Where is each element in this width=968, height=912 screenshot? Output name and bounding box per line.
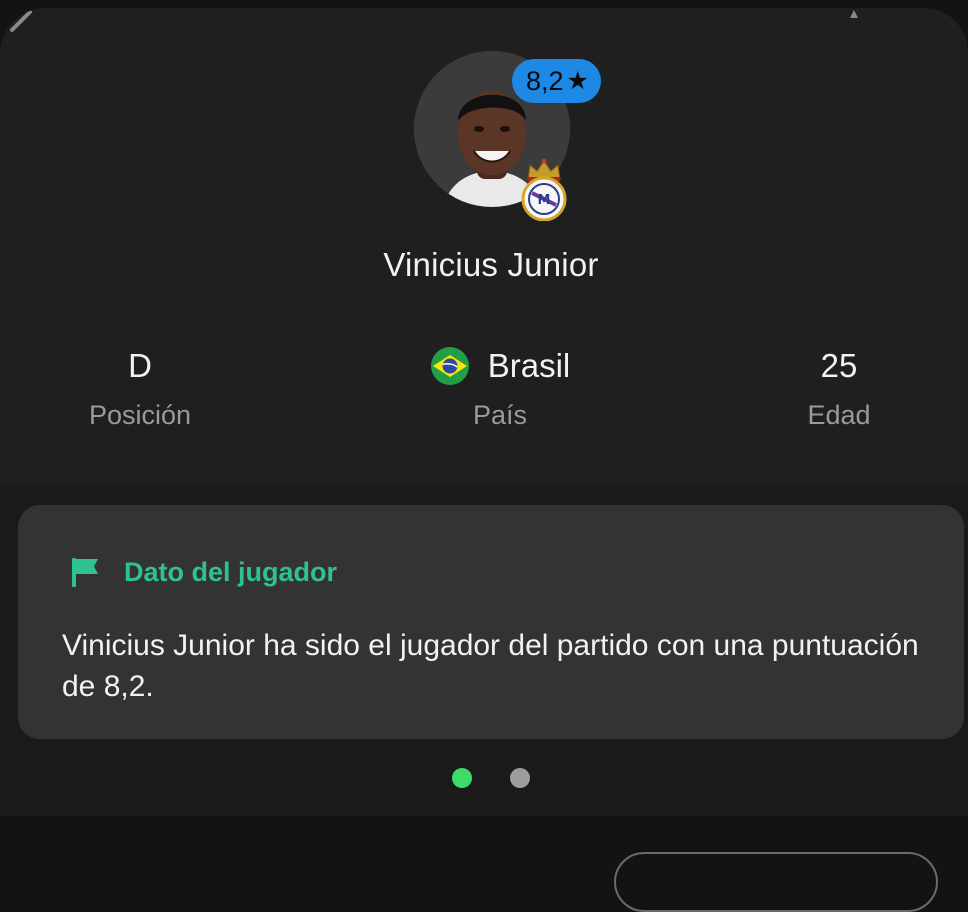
country-label: País [472,400,528,430]
stat-position: D Posición [20,344,260,431]
age-label: Edad [807,400,871,430]
stat-age: 25 Edad [719,344,959,431]
player-name: Vinicius Junior [383,246,599,283]
position-label: Posición [88,400,192,430]
pager-dot-active[interactable] [452,768,472,788]
bottom-action-button[interactable] [614,852,938,912]
svg-text:M: M [538,193,551,208]
pager-dots [452,768,530,788]
position-value: D [128,347,152,384]
rating-badge: 8,2 ★ [512,59,601,103]
flag-icon [72,558,98,587]
fact-body: Vinicius Junior ha sido el jugador del p… [62,629,919,703]
country-value-row: Brasil [380,344,620,388]
rating-value: 8,2 [526,65,564,96]
real-madrid-crest-icon: M [521,158,567,221]
edit-handle-icon [10,10,32,32]
fact-title: Dato del jugador [124,556,338,587]
pager-dot-inactive[interactable] [510,768,530,788]
star-icon: ★ [566,66,589,95]
stat-country[interactable]: Brasil País [380,344,620,431]
player-sheet: 8,2 ★ M Vinicius Junior D Posición Brasi… [0,8,968,816]
brazil-flag-icon [430,347,469,385]
player-avatar-group[interactable]: 8,2 ★ M [414,51,601,221]
age-value: 25 [820,347,858,384]
country-value: Brasil [487,347,571,384]
fact-header: Dato del jugador [68,555,337,589]
player-fact-card[interactable]: Dato del jugador Vinicius Junior ha sido… [18,505,964,739]
caret-up-icon [850,10,858,18]
